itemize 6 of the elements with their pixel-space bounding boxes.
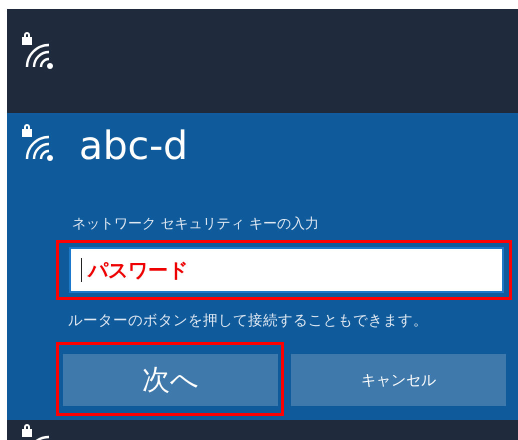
cancel-button[interactable]: キャンセル xyxy=(291,354,506,406)
password-field[interactable]: パスワード xyxy=(69,247,504,293)
router-hint: ルーターのボタンを押して接続することもできます。 xyxy=(68,312,429,330)
network-name: abc-d xyxy=(79,125,188,169)
next-button[interactable]: 次へ xyxy=(63,354,278,406)
security-key-label: ネットワーク セキュリティ キーの入力 xyxy=(72,215,320,233)
